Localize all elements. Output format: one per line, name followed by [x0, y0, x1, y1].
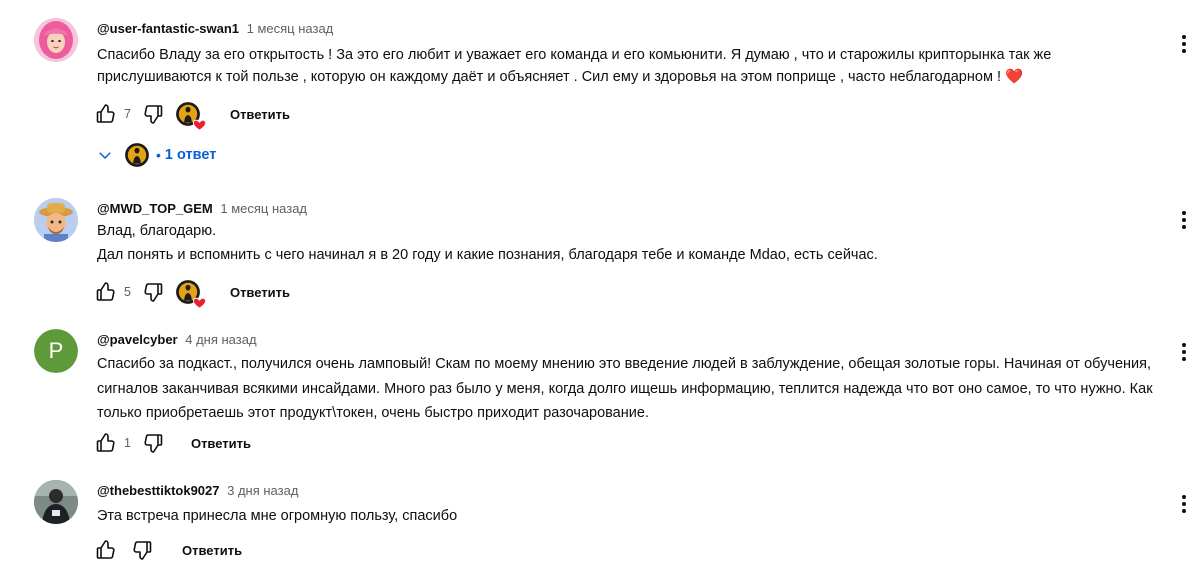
like-icon	[94, 280, 118, 304]
heart-icon	[192, 295, 207, 310]
comment-text: Влад, благодарю. Дал понять и вспомнить …	[97, 220, 1157, 266]
dislike-icon	[141, 102, 165, 126]
comment-header: @MWD_TOP_GEM 1 месяц назад	[97, 201, 307, 216]
creator-avatar-icon	[124, 142, 150, 168]
more-actions-button[interactable]	[1172, 32, 1196, 56]
comment-text-line: Спасибо Владу за его открытость ! За это…	[97, 47, 1052, 85]
comment-actions: 7 Ответить	[94, 102, 290, 126]
comment-author[interactable]: @pavelcyber	[97, 332, 178, 347]
dislike-button[interactable]	[141, 280, 165, 304]
comment-text: Эта встреча принесла мне огромную пользу…	[97, 505, 1157, 527]
more-actions-button[interactable]	[1172, 208, 1196, 232]
comment-text: Спасибо Владу за его открытость ! За это…	[97, 44, 1157, 88]
comment-header: @thebesttiktok9027 3 дня назад	[97, 483, 298, 498]
comment-author[interactable]: @user-fantastic-swan1	[97, 21, 239, 36]
more-vert-icon	[1172, 32, 1196, 56]
reply-button[interactable]: Ответить	[182, 543, 242, 558]
comment-thread: @thebesttiktok9027 3 дня назад Эта встре…	[0, 470, 1198, 559]
dislike-icon	[130, 538, 154, 562]
dislike-button[interactable]	[141, 431, 165, 455]
like-icon	[94, 538, 118, 562]
comment-time[interactable]: 4 дня назад	[185, 332, 256, 347]
comment-actions: Ответить	[94, 538, 242, 562]
reply-button[interactable]: Ответить	[230, 285, 290, 300]
replies-separator: •	[156, 147, 161, 163]
dislike-button[interactable]	[141, 102, 165, 126]
comment-time[interactable]: 1 месяц назад	[220, 201, 307, 216]
creator-heart-badge[interactable]	[175, 101, 201, 127]
creator-heart-badge[interactable]	[175, 279, 201, 305]
comment-actions: 1 Ответить	[94, 431, 251, 455]
avatar-letter: P	[48, 338, 64, 363]
more-vert-icon	[1172, 208, 1196, 232]
more-actions-button[interactable]	[1172, 340, 1196, 364]
comment-author[interactable]: @thebesttiktok9027	[97, 483, 220, 498]
like-icon	[94, 102, 118, 126]
like-button[interactable]	[94, 280, 118, 304]
like-button[interactable]	[94, 102, 118, 126]
more-vert-icon	[1172, 340, 1196, 364]
reply-button[interactable]: Ответить	[191, 436, 251, 451]
avatar[interactable]: P	[34, 329, 78, 373]
like-count: 7	[124, 107, 131, 121]
dislike-icon	[141, 280, 165, 304]
comment-time[interactable]: 3 дня назад	[227, 483, 298, 498]
comment-header: @user-fantastic-swan1 1 месяц назад	[97, 21, 333, 36]
comment-time[interactable]: 1 месяц назад	[247, 21, 334, 36]
like-count: 1	[124, 436, 131, 450]
comment-thread: P @pavelcyber 4 дня назад Спасибо за под…	[0, 320, 1198, 470]
comment-text-line: Спасибо за подкаст., получился очень лам…	[97, 356, 1153, 421]
chevron-down-icon	[99, 152, 111, 160]
heart-icon	[192, 117, 207, 132]
like-button[interactable]	[94, 538, 118, 562]
comment-actions: 5 Ответить	[94, 280, 290, 304]
comment-thread: @user-fantastic-swan1 1 месяц назад Спас…	[0, 0, 1198, 180]
more-vert-icon	[1172, 492, 1196, 516]
comment-thread: @MWD_TOP_GEM 1 месяц назад Влад, благода…	[0, 180, 1198, 320]
pink-hair-avatar-icon	[34, 18, 78, 62]
avatar[interactable]	[34, 198, 78, 242]
avatar[interactable]	[34, 18, 78, 62]
reply-button[interactable]: Ответить	[230, 107, 290, 122]
letter-avatar: P	[34, 329, 78, 373]
comment-text-line: Эта встреча принесла мне огромную пользу…	[97, 508, 458, 524]
comment-text: Спасибо за подкаст., получился очень лам…	[97, 352, 1172, 426]
avatar[interactable]	[34, 480, 78, 524]
view-replies-button[interactable]: • 1 ответ	[96, 140, 216, 170]
more-actions-button[interactable]	[1172, 492, 1196, 516]
dislike-button[interactable]	[130, 538, 154, 562]
like-button[interactable]	[94, 431, 118, 455]
dislike-icon	[141, 431, 165, 455]
replies-count: 1 ответ	[164, 147, 217, 163]
like-count: 5	[124, 285, 131, 299]
comment-header: @pavelcyber 4 дня назад	[97, 332, 257, 347]
photo-avatar-icon	[34, 480, 78, 524]
cartoon-farmer-avatar-icon	[34, 198, 78, 242]
comment-author[interactable]: @MWD_TOP_GEM	[97, 201, 213, 216]
like-icon	[94, 431, 118, 455]
comment-text-line: Дал понять и вспомнить с чего начинал я …	[97, 247, 878, 263]
comment-text-line: Влад, благодарю.	[97, 223, 217, 239]
